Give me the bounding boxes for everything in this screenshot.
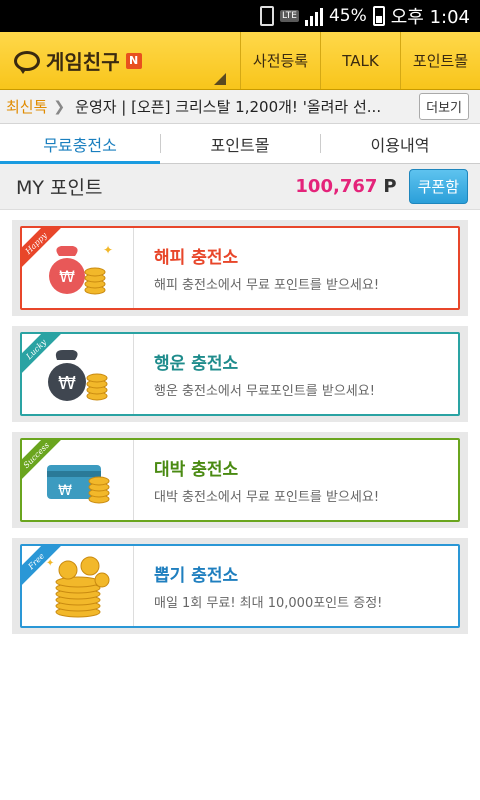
my-point-label: MY 포인트	[16, 177, 103, 199]
signal-icon	[304, 6, 323, 26]
station-desc: 행운 충전소에서 무료포인트를 받으세요!	[154, 384, 375, 399]
ticker-text[interactable]: 운영자 | [오픈] 크리스탈 1,200개! '올려라 선...	[75, 96, 413, 117]
nav-pointmall[interactable]: 포인트몰	[400, 32, 480, 89]
status-bar: LTE 45% 오후 1:04	[0, 0, 480, 32]
latest-talk-ticker: 최신톡 ❯ 운영자 | [오픈] 크리스탈 1,200개! '올려라 선... …	[0, 90, 480, 124]
station-card-lucky[interactable]: Lucky ₩ 행운 충전소 행운 충전소에서 무료포인트를 받으세요!	[12, 326, 468, 422]
station-card-success[interactable]: Success ₩ 대박 충전소 대박 충전소에서 무료 포인트를 받으세요!	[12, 432, 468, 528]
chevron-right-icon: ❯	[53, 98, 66, 115]
new-badge: N	[125, 52, 142, 69]
station-desc: 매일 1회 무료! 최대 10,000포인트 증정!	[154, 596, 383, 611]
station-title: 해피 충전소	[154, 248, 239, 268]
my-point-bar: MY 포인트 100,767 P 쿠폰함	[0, 164, 480, 210]
app-title: 게임친구	[46, 50, 120, 74]
svg-text:✦: ✦	[103, 243, 113, 257]
station-desc: 해피 충전소에서 무료 포인트를 받으세요!	[154, 278, 380, 293]
svg-text:₩: ₩	[58, 483, 72, 499]
station-card-free[interactable]: Free ✦ 뽑기 충전소 매일 1회 무료! 최대 10,000포인트 증정!	[12, 538, 468, 634]
station-desc: 대박 충전소에서 무료 포인트를 받으세요!	[154, 490, 380, 505]
tab-free-charge[interactable]: 무료충전소	[0, 124, 160, 164]
tab-history[interactable]: 이용내역	[320, 124, 480, 163]
svg-text:₩: ₩	[58, 373, 76, 394]
app-bar: 게임친구 N 사전등록 TALK 포인트몰	[0, 32, 480, 90]
clock: 오후 1:04	[390, 7, 470, 28]
app-logo[interactable]: 게임친구 N	[0, 32, 240, 89]
more-button[interactable]: 더보기	[419, 93, 470, 120]
nav-preregister[interactable]: 사전등록	[240, 32, 320, 89]
phone-icon	[259, 6, 274, 26]
tab-bar: 무료충전소 포인트몰 이용내역	[0, 124, 480, 164]
ticker-label: 최신톡	[6, 98, 48, 116]
svg-text:₩: ₩	[59, 267, 75, 286]
lte-icon: LTE	[279, 10, 299, 22]
station-title: 뽑기 충전소	[154, 566, 239, 586]
coupon-box-button[interactable]: 쿠폰함	[408, 169, 468, 204]
my-point-value: 100,767	[295, 176, 378, 197]
tab-pointmall[interactable]: 포인트몰	[160, 124, 320, 163]
menu-corner-icon	[214, 73, 226, 85]
station-title: 행운 충전소	[154, 354, 239, 374]
station-list: Happy ₩ ✦ 해피 충전소 해피 충전소에서 무료 포인트를 받으세요!	[0, 210, 480, 634]
battery-percent: 45%	[328, 6, 367, 26]
battery-icon	[372, 6, 385, 26]
chat-bubble-icon	[14, 50, 40, 74]
station-card-happy[interactable]: Happy ₩ ✦ 해피 충전소 해피 충전소에서 무료 포인트를 받으세요!	[12, 220, 468, 316]
station-title: 대박 충전소	[154, 460, 239, 480]
my-point-unit: P	[383, 176, 397, 197]
nav-talk[interactable]: TALK	[320, 32, 400, 89]
